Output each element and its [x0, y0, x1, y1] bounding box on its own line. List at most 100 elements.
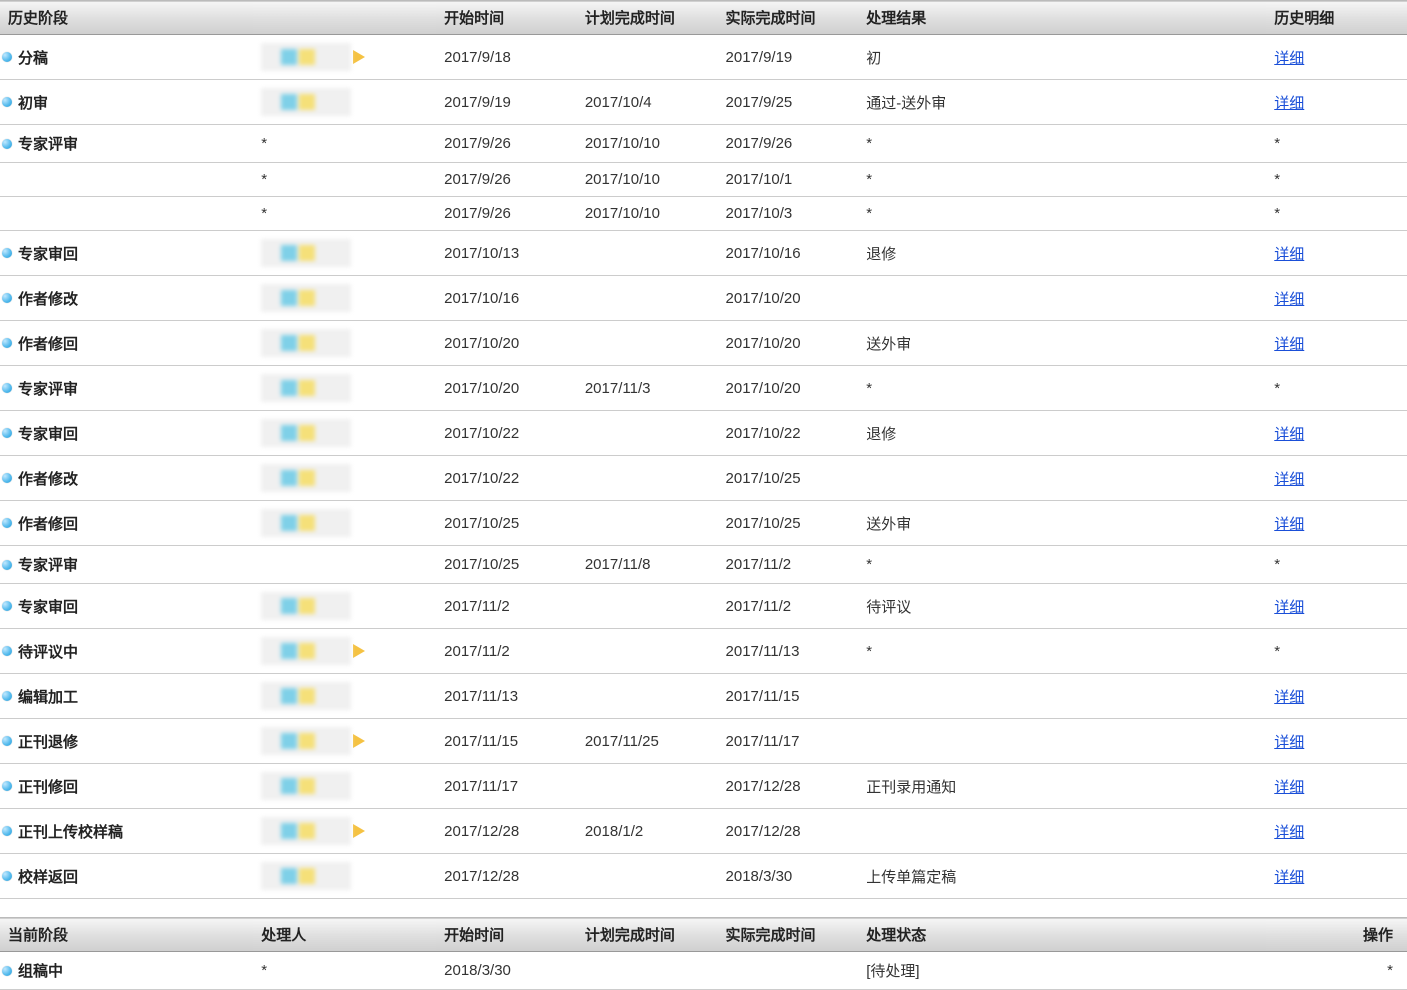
handler-cell [253, 674, 436, 719]
result-cell [858, 276, 1266, 321]
table-row: 正刊修回2017/11/172017/12/28正刊录用通知详细 [0, 764, 1407, 809]
plan-cell [577, 952, 718, 990]
actual-cell: 2017/10/25 [718, 456, 859, 501]
start-cell: 2017/11/2 [436, 629, 577, 674]
stage-cell: 正刊上传校样稿 [0, 809, 253, 854]
bullet-icon [2, 691, 12, 701]
start-cell: 2017/11/13 [436, 674, 577, 719]
table-row: 专家评审2017/10/202017/11/32017/10/20** [0, 366, 1407, 411]
detail-link[interactable]: 详细 [1274, 246, 1304, 263]
stage-label: 作者修回 [18, 516, 78, 533]
actual-cell: 2017/10/3 [718, 197, 859, 231]
detail-link[interactable]: 详细 [1274, 689, 1304, 706]
stage-label: 专家审回 [18, 246, 78, 263]
detail-link[interactable]: 详细 [1274, 869, 1304, 886]
bullet-icon [2, 293, 12, 303]
detail-cell: * [1266, 197, 1407, 231]
bullet-icon [2, 601, 12, 611]
detail-link[interactable]: 详细 [1274, 291, 1304, 308]
start-cell: 2017/9/26 [436, 163, 577, 197]
detail-cell: 详细 [1266, 35, 1407, 80]
result-cell: 送外审 [858, 321, 1266, 366]
arrow-right-icon [353, 644, 365, 658]
bullet-icon [2, 871, 12, 881]
result-cell: * [858, 163, 1266, 197]
detail-link[interactable]: 详细 [1274, 336, 1304, 353]
handler-text: * [261, 205, 267, 222]
start-cell: 2017/9/26 [436, 125, 577, 163]
redacted-block [261, 592, 351, 620]
detail-cell: 详细 [1266, 231, 1407, 276]
start-cell: 2017/9/26 [436, 197, 577, 231]
detail-text: * [1274, 205, 1280, 222]
handler-cell [253, 456, 436, 501]
redacted-block [261, 637, 351, 665]
redacted-block [261, 329, 351, 357]
handler-cell [253, 411, 436, 456]
handler-cell [253, 546, 436, 584]
actual-cell: 2017/11/2 [718, 584, 859, 629]
detail-link[interactable]: 详细 [1274, 471, 1304, 488]
bullet-icon [2, 473, 12, 483]
table-row: 正刊上传校样稿2017/12/282018/1/22017/12/28详细 [0, 809, 1407, 854]
stage-cell: 作者修回 [0, 321, 253, 366]
detail-text: * [1274, 135, 1280, 152]
stage-cell: 待评议中 [0, 629, 253, 674]
plan-cell [577, 411, 718, 456]
handler-cell [253, 809, 436, 854]
detail-link[interactable]: 详细 [1274, 599, 1304, 616]
header-plan: 计划完成时间 [577, 918, 718, 952]
redacted-block [261, 419, 351, 447]
stage-label: 校样返回 [18, 869, 78, 886]
actual-cell: 2017/10/1 [718, 163, 859, 197]
detail-link[interactable]: 详细 [1274, 734, 1304, 751]
result-cell: * [858, 629, 1266, 674]
detail-link[interactable]: 详细 [1274, 516, 1304, 533]
actual-cell: 2017/10/20 [718, 276, 859, 321]
stage-label: 专家审回 [18, 599, 78, 616]
detail-link[interactable]: 详细 [1274, 50, 1304, 67]
actual-cell [718, 952, 859, 990]
header-start: 开始时间 [436, 1, 577, 35]
plan-cell: 2017/11/3 [577, 366, 718, 411]
start-cell: 2017/10/25 [436, 501, 577, 546]
redacted-block [261, 284, 351, 312]
stage-cell: 专家审回 [0, 231, 253, 276]
actual-cell: 2017/9/19 [718, 35, 859, 80]
header-action: 操作 [1266, 918, 1407, 952]
actual-cell: 2017/12/28 [718, 764, 859, 809]
detail-cell: * [1266, 629, 1407, 674]
detail-link[interactable]: 详细 [1274, 824, 1304, 841]
redacted-block [261, 509, 351, 537]
plan-cell: 2017/10/10 [577, 125, 718, 163]
detail-cell: 详细 [1266, 674, 1407, 719]
header-handler: 处理人 [253, 918, 436, 952]
table-row: 专家评审*2017/9/262017/10/102017/9/26** [0, 125, 1407, 163]
start-cell: 2017/10/25 [436, 546, 577, 584]
plan-cell [577, 276, 718, 321]
handler-cell [253, 854, 436, 899]
stage-label: 初审 [18, 95, 48, 112]
stage-label: 专家审回 [18, 426, 78, 443]
redacted-block [261, 682, 351, 710]
start-cell: 2017/9/18 [436, 35, 577, 80]
bullet-icon [2, 781, 12, 791]
bullet-icon [2, 338, 12, 348]
stage-label: 正刊退修 [18, 734, 78, 751]
handler-cell [253, 80, 436, 125]
actual-cell: 2017/11/17 [718, 719, 859, 764]
header-detail: 历史明细 [1266, 1, 1407, 35]
stage-cell: 初审 [0, 80, 253, 125]
detail-link[interactable]: 详细 [1274, 779, 1304, 796]
start-cell: 2017/9/19 [436, 80, 577, 125]
detail-link[interactable]: 详细 [1274, 95, 1304, 112]
table-row: 正刊退修2017/11/152017/11/252017/11/17详细 [0, 719, 1407, 764]
stage-cell: 作者修改 [0, 276, 253, 321]
detail-cell: 详细 [1266, 809, 1407, 854]
handler-text: * [261, 171, 267, 188]
detail-text: * [1274, 171, 1280, 188]
plan-cell [577, 854, 718, 899]
detail-link[interactable]: 详细 [1274, 426, 1304, 443]
header-plan: 计划完成时间 [577, 1, 718, 35]
handler-cell [253, 629, 436, 674]
